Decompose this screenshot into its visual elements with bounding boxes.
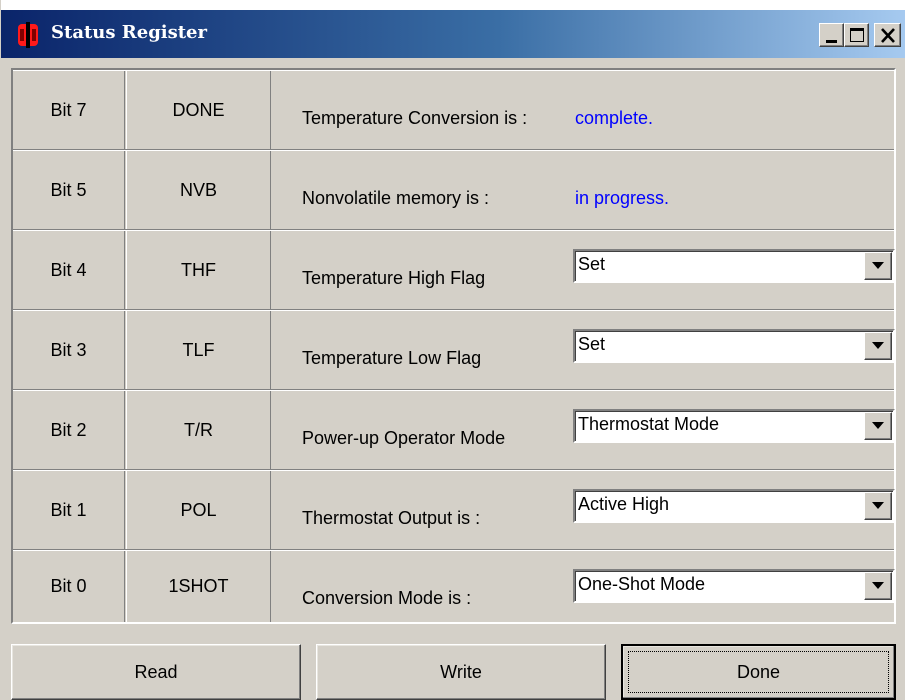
bit-label: Bit 7 [13,71,125,149]
table-row: Bit 0 1SHOT Conversion Mode is : One-Sho… [13,550,895,622]
status-register-window: Status Register Bit 7 DONE Temperature C… [0,0,905,700]
bit-label: Bit 2 [13,391,125,469]
chevron-down-icon [872,582,884,589]
table-row: Bit 1 POL Thermostat Output is : Active … [13,470,895,550]
bit-description: Power-up Operator Mode [302,428,506,448]
done-button[interactable]: Done [621,644,896,700]
table-row: Bit 3 TLF Temperature Low Flag Set [13,310,895,390]
bit-label: Bit 1 [13,471,125,549]
bit-description: Conversion Mode is : [302,588,472,608]
dropdown-button[interactable] [864,572,892,600]
thermostat-output-select[interactable]: Active High [573,489,895,523]
select-value: Set [578,254,606,274]
dropdown-button[interactable] [864,332,892,360]
dropdown-button[interactable] [864,412,892,440]
table-row: Bit 7 DONE Temperature Conversion is : c… [13,70,894,150]
bit-name: THF [126,231,271,309]
nvm-status-value: in progress. [575,188,670,208]
focus-rectangle [628,651,889,693]
read-button-label: Read [134,661,178,682]
chevron-down-icon [872,262,884,269]
tlf-select[interactable]: Set [573,329,895,363]
minimize-icon [826,40,837,43]
conversion-mode-select[interactable]: One-Shot Mode [573,569,895,603]
title-bar[interactable]: Status Register [1,0,905,58]
bit-label: Bit 5 [13,151,125,229]
select-value: Thermostat Mode [578,414,720,434]
write-button[interactable]: Write [316,644,606,700]
power-up-mode-select[interactable]: Thermostat Mode [573,409,895,443]
register-table: Bit 7 DONE Temperature Conversion is : c… [11,68,896,624]
bit-description: Nonvolatile memory is : [302,188,490,208]
bit-name: TLF [126,311,271,389]
conversion-status-value: complete. [575,108,654,128]
bit-label: Bit 0 [13,551,125,622]
table-row: Bit 2 T/R Power-up Operator Mode Thermos… [13,390,895,470]
bit-name: T/R [126,391,271,469]
write-button-label: Write [440,661,482,682]
dropdown-button[interactable] [864,492,892,520]
close-icon [881,28,895,43]
table-row: Bit 4 THF Temperature High Flag Set [13,230,895,310]
chevron-down-icon [872,422,884,429]
thf-select[interactable]: Set [573,249,895,283]
bit-label: Bit 3 [13,311,125,389]
bit-name: POL [126,471,271,549]
chevron-down-icon [872,502,884,509]
bit-name: 1SHOT [126,551,271,622]
maximize-button[interactable] [844,23,869,47]
select-value: One-Shot Mode [578,574,706,594]
bit-label: Bit 4 [13,231,125,309]
bit-name: NVB [126,151,271,229]
minimize-button[interactable] [819,23,844,47]
bit-description: Temperature Low Flag [302,348,482,368]
bit-description: Temperature High Flag [302,268,486,288]
close-button[interactable] [874,23,901,47]
bit-description: Temperature Conversion is : [302,108,528,128]
table-row: Bit 5 NVB Nonvolatile memory is : in pro… [13,150,894,230]
maximize-icon [850,28,864,42]
dropdown-button[interactable] [864,252,892,280]
select-value: Set [578,334,606,354]
window-title: Status Register [51,22,207,43]
bit-name: DONE [126,71,271,149]
read-button[interactable]: Read [11,644,301,700]
bit-description: Thermostat Output is : [302,508,481,528]
chevron-down-icon [872,342,884,349]
red-chip-icon [18,22,38,48]
select-value: Active High [578,494,670,514]
